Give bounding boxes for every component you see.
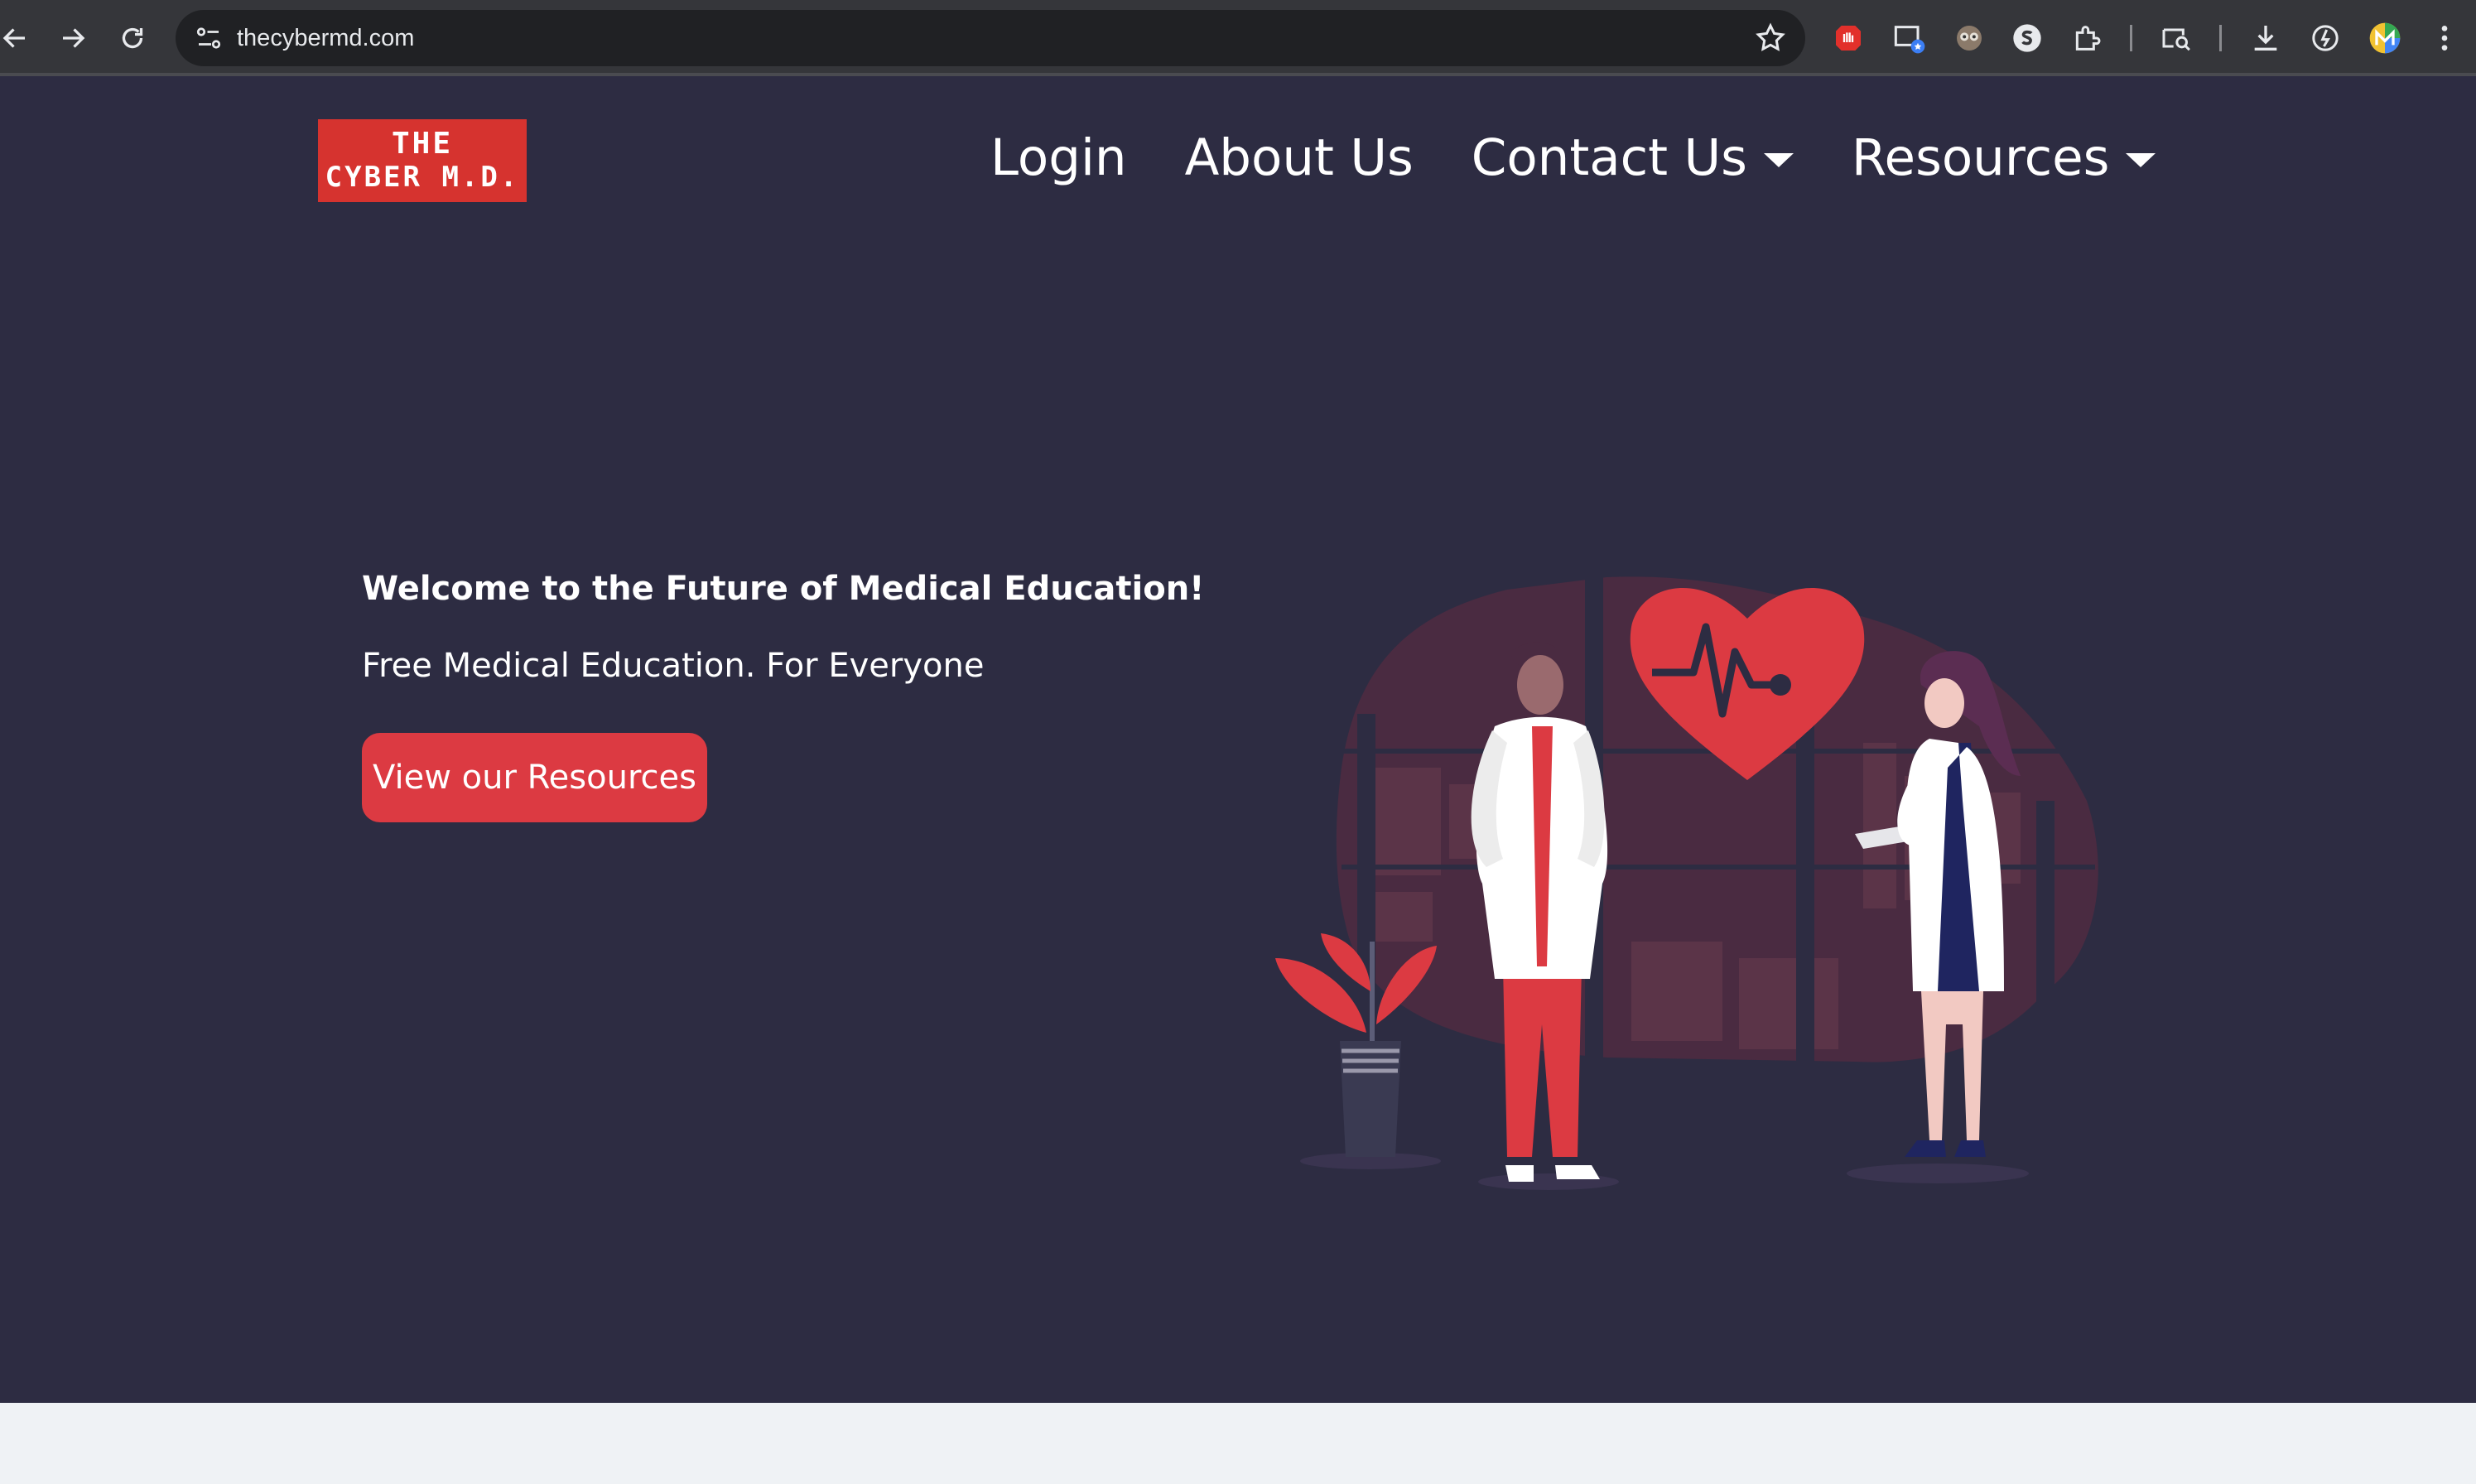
site-logo[interactable]: THE CYBER M.D. [318,119,527,202]
reload-icon [122,27,143,49]
profile-avatar[interactable] [2367,20,2403,56]
doctors-heart-illustration [1275,569,2098,1190]
bookmark-star-icon[interactable] [1754,22,1787,55]
browser-toolbar: thecybermd.com [0,0,2476,76]
main-nav: Login About Us Contact Us Resources [990,124,2156,190]
toolbar-separator [2219,25,2222,51]
address-bar[interactable]: thecybermd.com [176,10,1805,66]
extensions-button[interactable] [2069,20,2105,56]
nurse-legs [1921,991,1983,1140]
reload-button[interactable] [113,18,152,58]
nurse-shoes [1905,1140,1986,1157]
window-star-icon [1894,26,1925,54]
back-arrow-icon [2,28,25,48]
nav-contact-us[interactable]: Contact Us [1472,128,1794,187]
nav-resources[interactable]: Resources [1852,128,2156,187]
extension-window[interactable] [1891,20,1928,56]
hero-text: Welcome to the Future of Medical Educati… [362,570,1205,685]
nurse-face [1924,678,1964,728]
footer-band [0,1403,2476,1484]
tab-search-icon [2162,28,2190,51]
page-content: THE CYBER M.D. Login About Us Contact Us… [0,76,2476,1403]
view-resources-button[interactable]: View our Resources [362,733,707,822]
nav-login[interactable]: Login [990,128,1127,187]
hero-subtitle: Free Medical Education. For Everyone [362,647,985,685]
reading-mode-button[interactable] [2158,20,2194,56]
nav-login-label: Login [990,128,1127,187]
downloads-button[interactable] [2247,20,2284,56]
doctor-legs [1503,966,1582,1157]
url-text[interactable]: thecybermd.com [237,10,414,66]
nav-resources-label: Resources [1851,128,2110,187]
nav-about-label: About Us [1184,128,1414,187]
caret-down-icon [2126,152,2156,167]
download-icon [2254,26,2277,51]
chrome-menu-button[interactable] [2426,20,2463,56]
nav-about-us[interactable]: About Us [1185,128,1414,187]
extension-adblock[interactable] [1830,20,1867,56]
site-settings-icon[interactable] [194,23,224,53]
back-button[interactable] [0,18,35,58]
hero-title: Welcome to the Future of Medical Educati… [362,570,1205,608]
forward-arrow-icon [63,28,85,48]
caret-down-icon [1763,152,1794,167]
plant-pot [1340,1041,1401,1157]
toolbar-separator [2130,25,2132,51]
logo-line-2: CYBER M.D. [325,161,520,194]
heartbeat-dot [1770,674,1791,696]
extension-s[interactable] [2009,20,2045,56]
doctor-face [1517,655,1563,715]
extension-owl[interactable] [1951,20,1987,56]
forward-button[interactable] [53,18,93,58]
speedometer-icon [2312,25,2339,51]
menu-icon [2441,26,2448,51]
owl-icon [1957,26,1982,51]
s-circle-icon [2013,24,2041,52]
nurse-shadow [1847,1164,2029,1183]
performance-button[interactable] [2307,20,2344,56]
logo-line-1: THE [391,127,454,161]
puzzle-icon [2075,26,2101,51]
avatar-icon [2369,22,2401,54]
nav-contact-label: Contact Us [1471,128,1747,187]
stop-hand-icon [1836,26,1861,51]
